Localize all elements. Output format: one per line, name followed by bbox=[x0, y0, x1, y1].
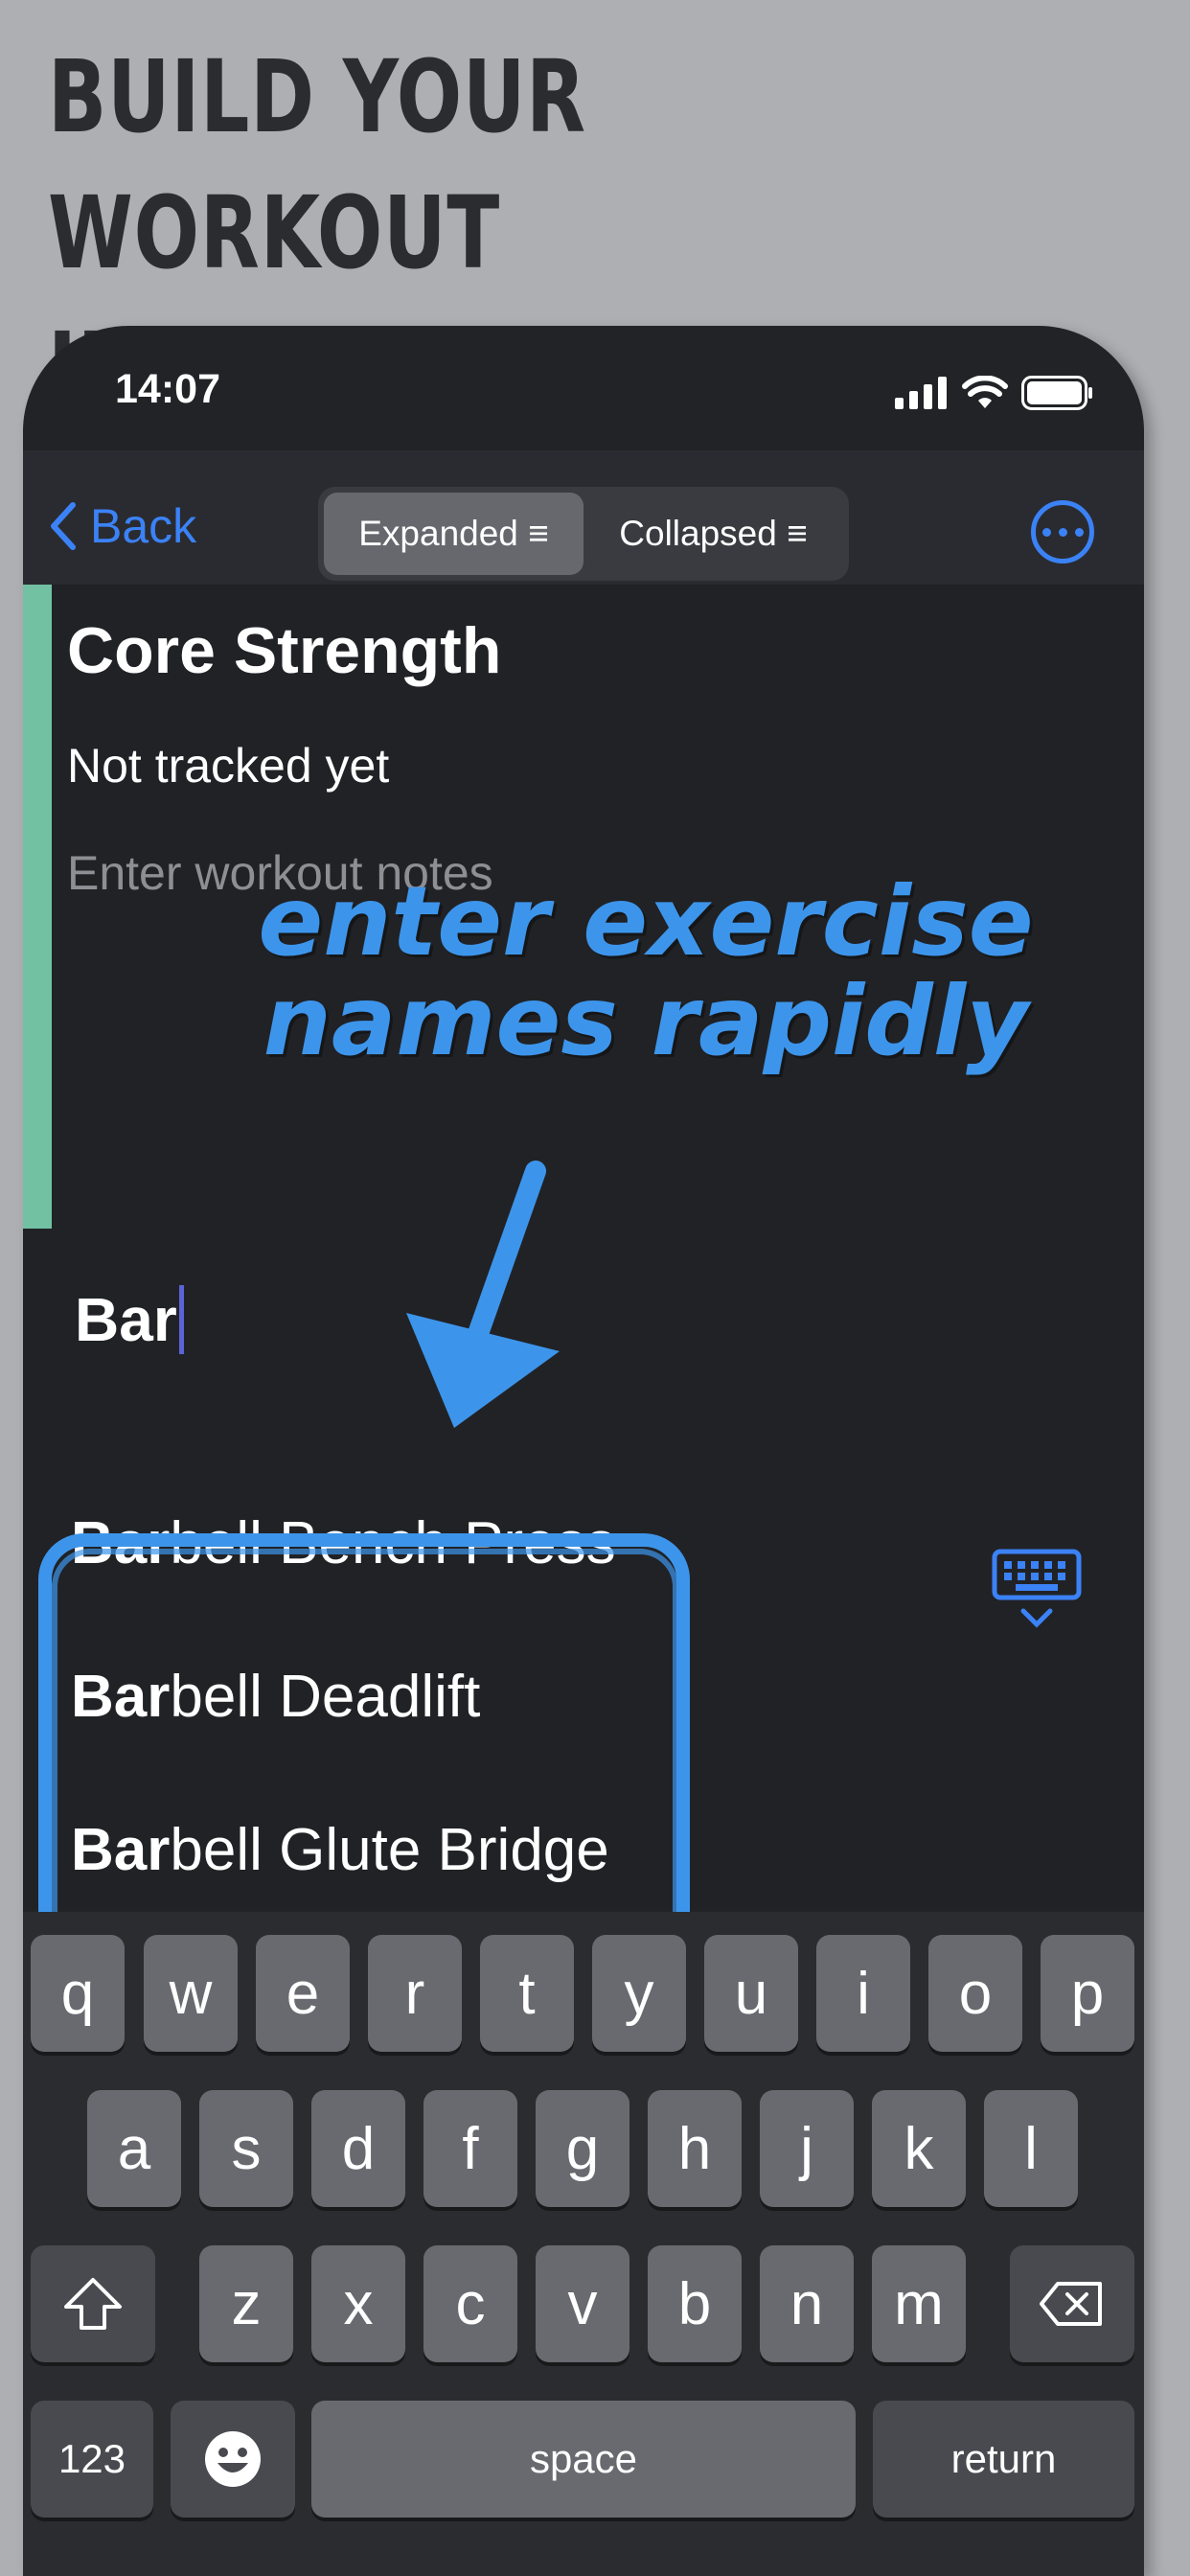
exercise-name-input[interactable]: Bar bbox=[75, 1284, 184, 1355]
tracking-status: Not tracked yet bbox=[67, 739, 390, 793]
key-m[interactable]: m bbox=[872, 2245, 966, 2362]
key-z[interactable]: z bbox=[199, 2245, 293, 2362]
shift-arrow-icon bbox=[64, 2278, 122, 2330]
status-time: 14:07 bbox=[115, 366, 220, 412]
key-s[interactable]: s bbox=[199, 2090, 293, 2207]
workout-accent-bar bbox=[23, 585, 52, 1229]
key-g[interactable]: g bbox=[536, 2090, 629, 2207]
key-p[interactable]: p bbox=[1041, 1935, 1134, 2052]
keyboard-dismiss-icon[interactable] bbox=[991, 1548, 1083, 1634]
key-w[interactable]: w bbox=[144, 1935, 238, 2052]
key-j[interactable]: j bbox=[760, 2090, 854, 2207]
battery-icon bbox=[1021, 376, 1092, 410]
annotation-highlight-outline bbox=[52, 1549, 678, 1963]
return-key[interactable]: return bbox=[873, 2401, 1134, 2518]
back-label: Back bbox=[90, 499, 197, 553]
hand-drawn-arrow-icon bbox=[406, 1161, 560, 1428]
emoji-icon bbox=[205, 2431, 261, 2487]
status-icons bbox=[895, 376, 1094, 410]
key-h[interactable]: h bbox=[648, 2090, 742, 2207]
annotation-line-2: names rapidly bbox=[263, 965, 1029, 1077]
key-e[interactable]: e bbox=[256, 1935, 350, 2052]
phone-screen: 14:07 Back Expanded ≡ Collapsed ≡ Core S… bbox=[23, 326, 1144, 2576]
chevron-left-icon bbox=[51, 502, 76, 550]
headline-line-1: BUILD YOUR WORKOUT bbox=[48, 38, 587, 291]
backspace-icon bbox=[1040, 2282, 1102, 2326]
key-b[interactable]: b bbox=[648, 2245, 742, 2362]
key-u[interactable]: u bbox=[704, 1935, 798, 2052]
key-a[interactable]: a bbox=[87, 2090, 181, 2207]
exercise-name-value: Bar bbox=[75, 1285, 177, 1354]
key-t[interactable]: t bbox=[480, 1935, 574, 2052]
space-key[interactable]: space bbox=[311, 2401, 856, 2518]
text-cursor bbox=[178, 1285, 184, 1354]
segment-expanded[interactable]: Expanded ≡ bbox=[324, 493, 584, 575]
key-o[interactable]: o bbox=[928, 1935, 1022, 2052]
key-l[interactable]: l bbox=[984, 2090, 1078, 2207]
status-bar: 14:07 bbox=[23, 326, 1144, 450]
key-c[interactable]: c bbox=[423, 2245, 517, 2362]
view-mode-segmented-control: Expanded ≡ Collapsed ≡ bbox=[318, 487, 849, 581]
numbers-key[interactable]: 123 bbox=[31, 2401, 153, 2518]
key-d[interactable]: d bbox=[311, 2090, 405, 2207]
key-k[interactable]: k bbox=[872, 2090, 966, 2207]
navigation-bar: Back Expanded ≡ Collapsed ≡ bbox=[23, 450, 1144, 585]
key-v[interactable]: v bbox=[536, 2245, 629, 2362]
segment-collapsed[interactable]: Collapsed ≡ bbox=[584, 493, 843, 575]
key-f[interactable]: f bbox=[423, 2090, 517, 2207]
annotation-text: enter exercise names rapidly bbox=[215, 872, 1077, 1071]
workout-title[interactable]: Core Strength bbox=[67, 613, 501, 688]
key-i[interactable]: i bbox=[816, 1935, 910, 2052]
key-x[interactable]: x bbox=[311, 2245, 405, 2362]
back-button[interactable]: Back bbox=[48, 498, 196, 554]
keyboard: q w e r t y u i o p a s d f g h j k l z … bbox=[23, 1912, 1144, 2576]
key-r[interactable]: r bbox=[368, 1935, 462, 2052]
wifi-icon bbox=[962, 376, 1008, 408]
annotation-line-1: enter exercise bbox=[258, 865, 1034, 978]
key-n[interactable]: n bbox=[760, 2245, 854, 2362]
emoji-key[interactable] bbox=[171, 2401, 295, 2518]
ellipsis-circle-icon[interactable] bbox=[1031, 500, 1094, 564]
key-q[interactable]: q bbox=[31, 1935, 125, 2052]
shift-key[interactable] bbox=[31, 2245, 155, 2362]
key-y[interactable]: y bbox=[592, 1935, 686, 2052]
delete-key[interactable] bbox=[1010, 2245, 1134, 2362]
cellular-signal-icon bbox=[895, 377, 947, 409]
